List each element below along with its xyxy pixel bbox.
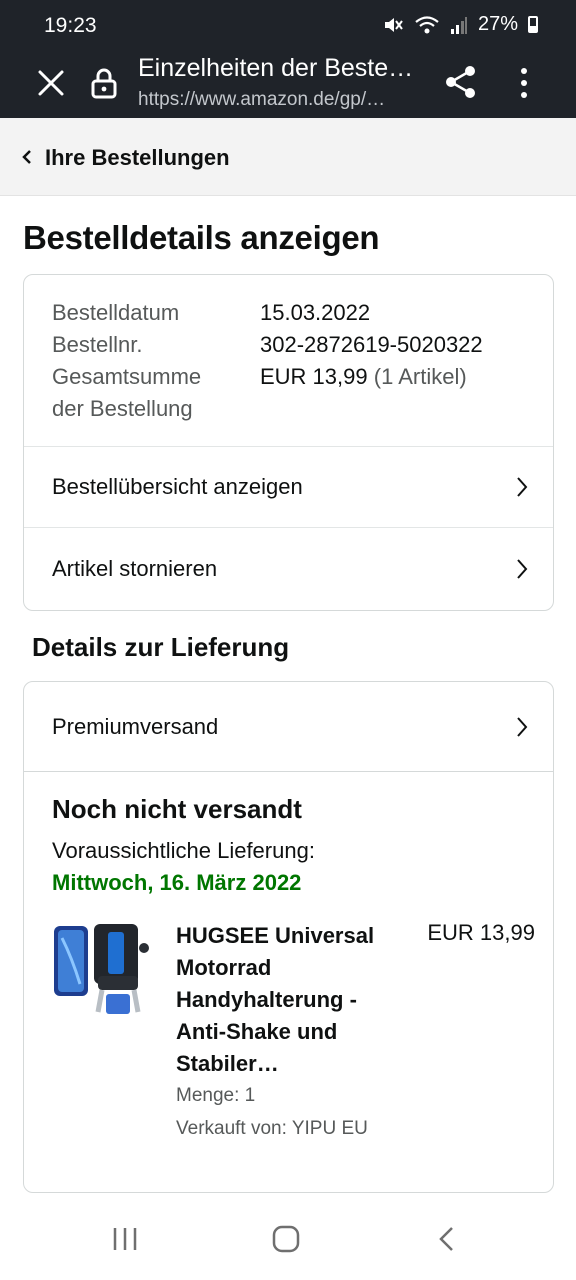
eta-label: Voraussichtliche Lieferung: xyxy=(52,838,315,863)
share-icon[interactable] xyxy=(443,64,479,100)
chevron-left-icon xyxy=(22,150,31,164)
page-title: Bestelldetails anzeigen xyxy=(23,219,380,256)
home-icon[interactable] xyxy=(271,1224,301,1254)
lock-icon[interactable] xyxy=(90,66,118,100)
page-tab-title[interactable]: Einzelheiten der Beste… xyxy=(138,54,428,83)
chevron-right-icon xyxy=(517,477,528,497)
wifi-icon xyxy=(415,15,439,33)
recent-apps-icon[interactable] xyxy=(110,1224,140,1254)
back-icon[interactable] xyxy=(432,1224,462,1254)
order-overview-label: Bestellübersicht anzeigen xyxy=(52,474,303,499)
system-nav-bar xyxy=(0,1196,576,1280)
product-seller: Verkauft von: YIPU EU xyxy=(176,1118,368,1139)
order-info: Bestelldatum 15.03.2022 Bestellnr. 302-2… xyxy=(24,275,553,447)
order-number-value: 302-2872619-5020322 xyxy=(260,332,483,357)
mute-icon xyxy=(384,17,403,32)
shipment-status: Noch nicht versandt xyxy=(52,794,302,824)
shipping-method-label: Premiumversand xyxy=(52,713,219,739)
signal-icon xyxy=(450,16,467,34)
cancel-items-link[interactable]: Artikel stornieren xyxy=(24,528,553,609)
order-date-label: Bestelldatum xyxy=(52,300,180,325)
order-summary-card: Bestelldatum 15.03.2022 Bestellnr. 302-2… xyxy=(23,274,554,611)
product-image[interactable] xyxy=(50,918,150,1022)
back-link-label[interactable]: Ihre Bestellungen xyxy=(45,145,230,171)
shipping-method-row[interactable]: Premiumversand xyxy=(24,682,553,772)
url-text[interactable]: https://www.amazon.de/gp/… xyxy=(138,89,420,111)
order-total-label-2: der Bestellung xyxy=(52,396,193,421)
order-date-value: 15.03.2022 xyxy=(260,300,371,325)
delivery-card: Premiumversand Noch nicht versandt Vorau… xyxy=(23,681,554,1193)
product-price: EUR 13,99 xyxy=(427,920,535,945)
cancel-items-label: Artikel stornieren xyxy=(52,555,218,581)
chevron-right-icon xyxy=(517,716,528,737)
battery-icon xyxy=(528,16,538,33)
total-items-count: (1 Artikel) xyxy=(373,364,467,389)
battery-percent: 27% xyxy=(477,13,518,35)
close-icon[interactable] xyxy=(34,66,68,100)
eta-date: Mittwoch, 16. März 2022 xyxy=(52,870,302,895)
more-vert-icon[interactable] xyxy=(512,66,536,100)
order-total-label: Gesamtsumme xyxy=(52,364,202,389)
back-nav[interactable]: Ihre Bestellungen xyxy=(0,118,576,196)
product-title[interactable]: HUGSEE Universal Motorrad Handyhalterung… xyxy=(176,920,401,1080)
status-bar: 19:23 27% xyxy=(0,0,576,52)
product-quantity: Menge: 1 xyxy=(176,1085,256,1106)
order-overview-link[interactable]: Bestellübersicht anzeigen xyxy=(24,447,553,528)
delivery-section-title: Details zur Lieferung xyxy=(32,632,290,662)
total-amount: EUR 13,99 xyxy=(260,364,368,389)
status-time: 19:23 xyxy=(44,14,97,37)
status-icons: 27% xyxy=(382,13,538,36)
browser-toolbar: Einzelheiten der Beste… https://www.amaz… xyxy=(0,52,576,118)
order-number-label: Bestellnr. xyxy=(52,332,143,357)
order-total-value: EUR 13,99 (1 Artikel) xyxy=(260,361,467,393)
chevron-right-icon xyxy=(517,558,528,579)
